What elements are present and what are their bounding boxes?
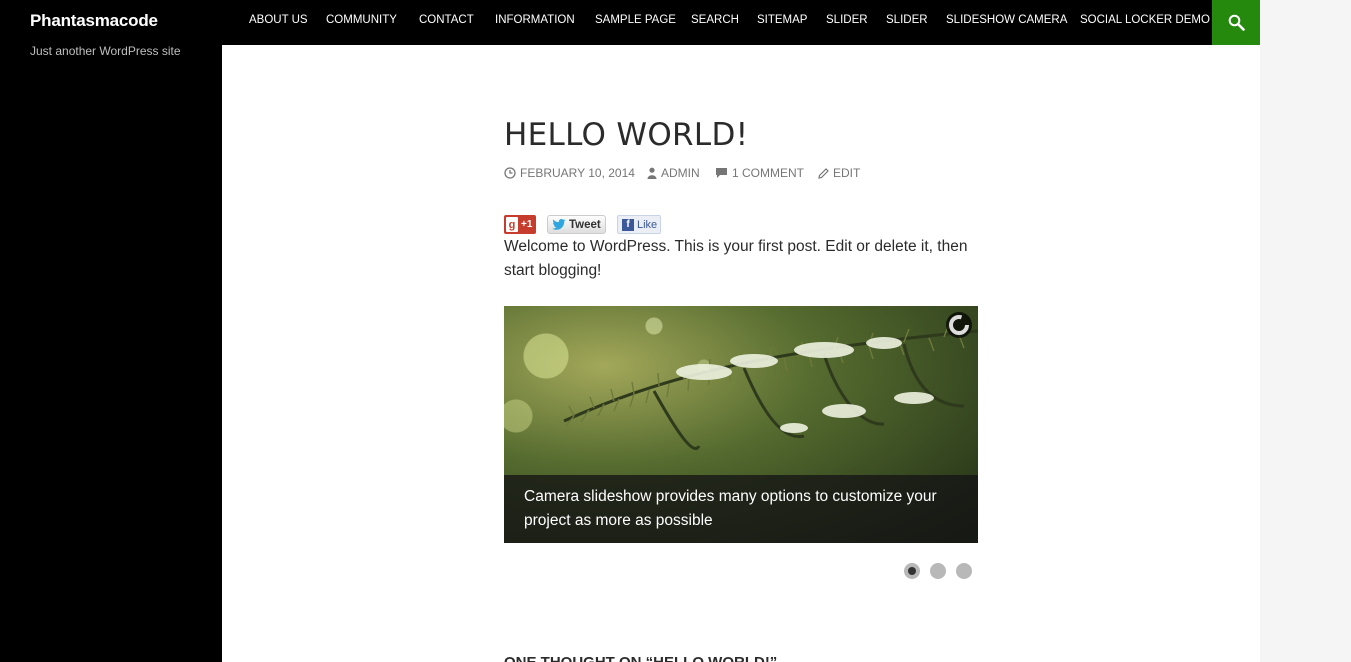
post-date-text: FEBRUARY 10, 2014: [520, 166, 635, 180]
slide-dot-1[interactable]: [904, 563, 920, 579]
search-icon: [1228, 14, 1245, 31]
search-toggle-button[interactable]: [1212, 0, 1260, 45]
facebook-icon: f: [622, 218, 634, 231]
post-comments-text: 1 COMMENT: [732, 166, 804, 180]
nav-item-slider-2[interactable]: SLIDER: [886, 14, 928, 26]
post-author-text: ADMIN: [661, 166, 700, 180]
site-title[interactable]: Phantasmacode: [30, 11, 158, 31]
nav-item-information[interactable]: INFORMATION: [495, 14, 575, 26]
camera-slideshow[interactable]: Camera slideshow provides many options t…: [504, 306, 978, 543]
top-header: ABOUT US COMMUNITY CONTACT INFORMATION S…: [222, 0, 1260, 45]
nav-item-search[interactable]: SEARCH: [691, 14, 739, 26]
slide-caption: Camera slideshow provides many options t…: [504, 475, 978, 543]
post-intro-text: Welcome to WordPress. This is your first…: [504, 238, 968, 279]
tweet-label: Tweet: [569, 218, 601, 231]
comment-icon: [716, 168, 727, 178]
post-date[interactable]: FEBRUARY 10, 2014: [504, 166, 635, 180]
nav-item-social-locker-demo[interactable]: SOCIAL LOCKER DEMO: [1080, 14, 1210, 26]
slide-dot-2[interactable]: [930, 563, 946, 579]
nav-item-about-us[interactable]: ABOUT US: [249, 14, 308, 26]
facebook-like-label: Like: [637, 218, 658, 231]
nav-item-slideshow-camera[interactable]: SLIDESHOW CAMERA: [946, 14, 1067, 26]
nav-item-contact[interactable]: CONTACT: [419, 14, 474, 26]
nav-item-sitemap[interactable]: SITEMAP: [757, 14, 807, 26]
nav-item-sample-page[interactable]: SAMPLE PAGE: [595, 14, 676, 26]
post-edit-text: EDIT: [833, 166, 861, 180]
facebook-like-button[interactable]: f Like: [617, 215, 661, 234]
pencil-icon: [818, 167, 829, 179]
slide-dot-3[interactable]: [956, 563, 972, 579]
post-title[interactable]: HELLO WORLD!: [504, 117, 748, 153]
site-description: Just another WordPress site: [30, 44, 181, 58]
right-gutter: [1260, 0, 1351, 662]
google-plus-icon: g: [506, 217, 518, 232]
google-plus-label: +1: [521, 219, 533, 230]
post-edit-link[interactable]: EDIT: [818, 166, 860, 180]
twitter-bird-icon: [552, 219, 566, 230]
comments-title: ONE THOUGHT ON “HELLO WORLD!”: [504, 654, 777, 662]
loading-spinner-icon: [946, 312, 972, 338]
user-icon: [647, 167, 657, 179]
nav-item-community[interactable]: COMMUNITY: [326, 14, 397, 26]
google-plus-button[interactable]: g +1: [504, 215, 536, 234]
sidebar: Phantasmacode Just another WordPress sit…: [0, 0, 222, 662]
tweet-button[interactable]: Tweet: [547, 215, 606, 234]
nav-item-slider[interactable]: SLIDER: [826, 14, 868, 26]
clock-icon: [504, 167, 516, 179]
post-comments-link[interactable]: 1 COMMENT: [715, 166, 804, 180]
post-author[interactable]: ADMIN: [647, 166, 700, 180]
main-content: HELLO WORLD! FEBRUARY 10, 2014 ADMIN 1 C…: [222, 45, 1260, 662]
